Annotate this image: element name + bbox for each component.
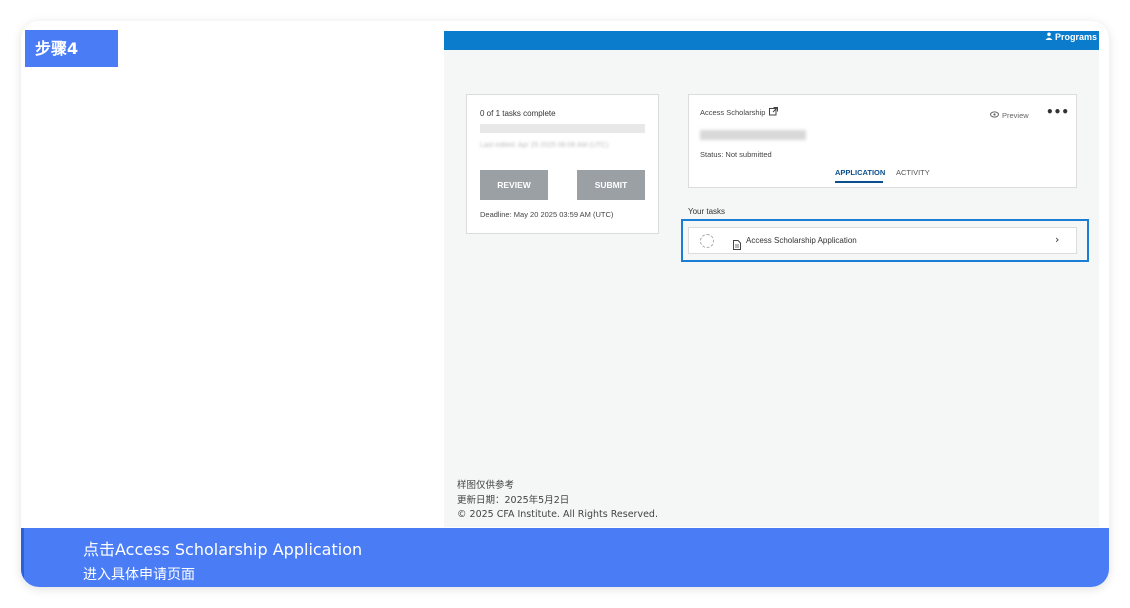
tutorial-card: 步骤4 Programs 0 of 1 tasks complete Last … bbox=[21, 21, 1109, 587]
submit-button[interactable]: SUBMIT bbox=[577, 170, 645, 200]
caption-line-2: 进入具体申请页面 bbox=[83, 567, 195, 583]
eye-icon bbox=[990, 111, 999, 120]
step-badge: 步骤4 bbox=[25, 30, 118, 67]
programs-label: Programs bbox=[1054, 32, 1097, 42]
tab-activity[interactable]: ACTIVITY bbox=[896, 168, 930, 177]
sample-note: 样图仅供参考 bbox=[457, 480, 515, 491]
applicant-id-redacted bbox=[700, 130, 806, 140]
user-icon bbox=[1045, 32, 1053, 42]
preview-button[interactable]: Preview bbox=[990, 111, 1029, 120]
more-options-icon[interactable]: ••• bbox=[1046, 105, 1069, 119]
caption-line-1: 点击Access Scholarship Application bbox=[83, 540, 363, 559]
last-edited-text: Last edited: Apr 25 2025 06:06 AM (UTC) bbox=[480, 142, 609, 149]
app-screenshot: Programs 0 of 1 tasks complete Last edit… bbox=[444, 31, 1099, 527]
review-button[interactable]: REVIEW bbox=[480, 170, 548, 200]
application-panel: Access Scholarship Status: Not submitted… bbox=[688, 94, 1077, 188]
update-date: 更新日期：2025年5月2日 bbox=[457, 494, 570, 506]
scholarship-title-label: Access Scholarship bbox=[700, 108, 766, 117]
preview-label: Preview bbox=[1002, 111, 1029, 120]
scholarship-title[interactable]: Access Scholarship bbox=[700, 107, 779, 118]
programs-link[interactable]: Programs bbox=[1045, 32, 1097, 42]
progress-bar bbox=[480, 124, 645, 133]
footer-notes: 样图仅供参考 更新日期：2025年5月2日 © 2025 CFA Institu… bbox=[457, 479, 658, 523]
deadline-text: Deadline: May 20 2025 03:59 AM (UTC) bbox=[480, 210, 614, 219]
your-tasks-heading: Your tasks bbox=[688, 207, 726, 216]
highlight-box bbox=[681, 219, 1089, 262]
tab-application[interactable]: APPLICATION bbox=[835, 168, 885, 183]
tasks-complete-text: 0 of 1 tasks complete bbox=[480, 109, 556, 118]
status-text: Status: Not submitted bbox=[700, 150, 772, 159]
external-link-icon bbox=[769, 107, 779, 118]
top-bar: Programs bbox=[444, 31, 1099, 50]
progress-panel: 0 of 1 tasks complete Last edited: Apr 2… bbox=[466, 94, 659, 234]
copyright: © 2025 CFA Institute. All Rights Reserve… bbox=[457, 509, 658, 520]
caption-bar: 点击Access Scholarship Application 进入具体申请页… bbox=[21, 528, 1109, 587]
caption-edge bbox=[21, 528, 24, 587]
